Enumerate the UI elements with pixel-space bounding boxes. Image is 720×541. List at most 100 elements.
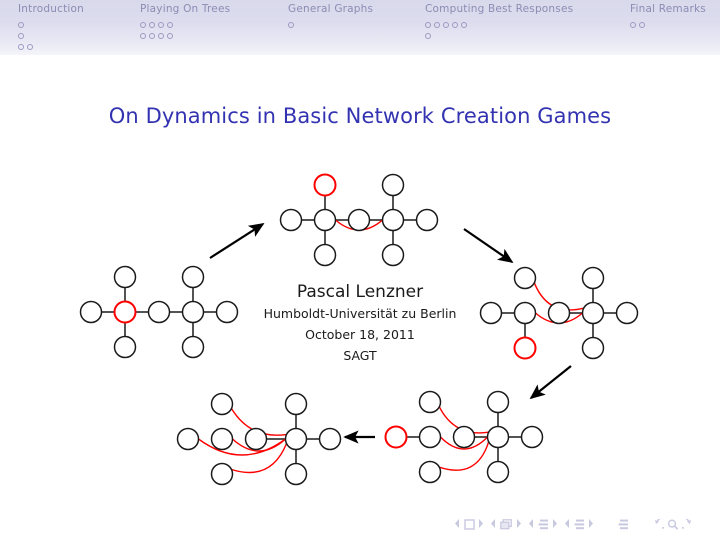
arrow-top-to-right	[463, 228, 514, 263]
arrow-left-to-top	[209, 223, 265, 259]
nav-slide-dot-icon[interactable]	[140, 32, 146, 39]
frame-next-icon[interactable]	[516, 519, 521, 528]
graph-node	[279, 208, 303, 232]
nav-section-general-graphs[interactable]: General Graphs	[288, 3, 373, 29]
subsection-icon[interactable]	[538, 519, 549, 530]
slide-prev-icon[interactable]	[455, 519, 460, 528]
slide-title: On Dynamics in Basic Network Creation Ga…	[108, 104, 612, 128]
section-navigation-bar: Introduction Playing On Trees General Grap…	[0, 0, 720, 55]
graph-node-highlighted	[384, 425, 408, 449]
frame-icon[interactable]	[500, 519, 513, 530]
nav-section-playing-on-trees[interactable]: Playing On Trees	[140, 3, 230, 40]
graph-node	[418, 390, 442, 414]
nav-section-computing-best-responses[interactable]: Computing Best Responses	[425, 3, 573, 40]
graph-bought-edge	[335, 219, 383, 231]
nav-dot-row	[425, 18, 573, 29]
nav-slide-dot-icon[interactable]	[18, 32, 24, 39]
subsection-prev-icon[interactable]	[529, 519, 534, 528]
nav-slide-dot-icon[interactable]	[630, 21, 636, 28]
graph-node	[318, 427, 342, 451]
nav-slide-dots	[288, 18, 373, 29]
nav-slide-dot-icon[interactable]	[452, 21, 458, 28]
graph-node	[381, 173, 405, 197]
graph-bought-edge	[440, 436, 488, 450]
nav-section-introduction[interactable]: Introduction	[18, 3, 84, 51]
nav-section-label: Computing Best Responses	[425, 3, 574, 15]
nav-slide-dot-icon[interactable]	[425, 21, 431, 28]
graph-node	[452, 425, 476, 449]
graph-node	[210, 392, 234, 416]
subsection-next-icon[interactable]	[552, 519, 557, 528]
nav-slide-dots	[140, 18, 230, 40]
slide-next-icon[interactable]	[478, 519, 483, 528]
nav-dot-row	[18, 29, 84, 40]
nav-slide-dot-icon[interactable]	[18, 21, 24, 28]
nav-slide-dots	[18, 18, 84, 51]
section-icon[interactable]	[574, 519, 585, 530]
nav-slide-dot-icon[interactable]	[149, 21, 155, 28]
beamer-navigation-symbols[interactable]	[455, 519, 705, 537]
graph-bottom-right-star	[384, 390, 544, 484]
graph-bought-edge	[439, 441, 490, 471]
slide-icon[interactable]	[464, 519, 475, 530]
graph-bottom-left-star	[176, 392, 342, 486]
graph-bought-edge	[232, 438, 286, 452]
nav-slide-dots	[630, 18, 706, 29]
nav-slide-dot-icon[interactable]	[18, 43, 24, 50]
author-block: Pascal Lenzner Humboldt-Universität zu B…	[0, 281, 720, 366]
graph-node	[284, 462, 308, 486]
nav-slide-dot-icon[interactable]	[27, 43, 33, 50]
nav-slide-dot-icon[interactable]	[158, 21, 164, 28]
graph-node	[415, 208, 439, 232]
graph-node	[418, 425, 442, 449]
graph-node	[284, 392, 308, 416]
frame-prev-icon[interactable]	[491, 519, 496, 528]
search-icon[interactable]	[667, 519, 679, 530]
section-prev-icon[interactable]	[565, 519, 570, 528]
nav-slide-dot-icon[interactable]	[425, 32, 431, 39]
nav-dot-row	[425, 29, 573, 40]
doc-icon[interactable]	[618, 519, 629, 530]
graph-node	[486, 460, 510, 484]
graph-node	[284, 427, 308, 451]
nav-section-label: Final Remarks	[630, 3, 706, 15]
nav-dot-row	[18, 40, 84, 51]
graph-bought-edge	[198, 438, 286, 456]
graph-top-double-star	[279, 173, 439, 267]
graph-node	[486, 425, 510, 449]
graph-node	[381, 208, 405, 232]
graph-node	[313, 243, 337, 267]
graph-node	[244, 427, 268, 451]
nav-section-final-remarks[interactable]: Final Remarks	[630, 3, 706, 29]
arrow-right-to-bottom	[529, 365, 572, 400]
graph-node	[210, 462, 234, 486]
nav-slide-dot-icon[interactable]	[149, 32, 155, 39]
nav-slide-dot-icon[interactable]	[639, 21, 645, 28]
graph-node	[418, 460, 442, 484]
nav-slide-dot-icon[interactable]	[167, 32, 173, 39]
forward-icon[interactable]	[682, 519, 694, 530]
nav-section-label: Playing On Trees	[140, 3, 231, 15]
nav-slide-dots	[425, 18, 573, 40]
section-next-icon[interactable]	[588, 519, 593, 528]
nav-slide-dot-icon[interactable]	[288, 21, 294, 28]
graph-node	[210, 427, 234, 451]
back-icon[interactable]	[652, 519, 664, 530]
nav-slide-dot-icon[interactable]	[443, 21, 449, 28]
nav-dot-row	[140, 29, 230, 40]
nav-dot-row	[18, 18, 84, 29]
nav-section-label: Introduction	[18, 3, 84, 15]
nav-slide-dot-icon[interactable]	[434, 21, 440, 28]
graph-bought-edge	[231, 443, 288, 474]
nav-slide-dot-icon[interactable]	[140, 21, 146, 28]
nav-slide-dot-icon[interactable]	[158, 32, 164, 39]
nav-slide-dot-icon[interactable]	[167, 21, 173, 28]
nav-slide-dot-icon[interactable]	[461, 21, 467, 28]
graph-node	[176, 427, 200, 451]
graph-node	[313, 208, 337, 232]
graph-node	[381, 243, 405, 267]
presentation-date: October 18, 2011	[305, 327, 415, 342]
nav-section-label: General Graphs	[288, 3, 374, 15]
graph-node	[486, 390, 510, 414]
presentation-venue: SAGT	[343, 348, 377, 363]
